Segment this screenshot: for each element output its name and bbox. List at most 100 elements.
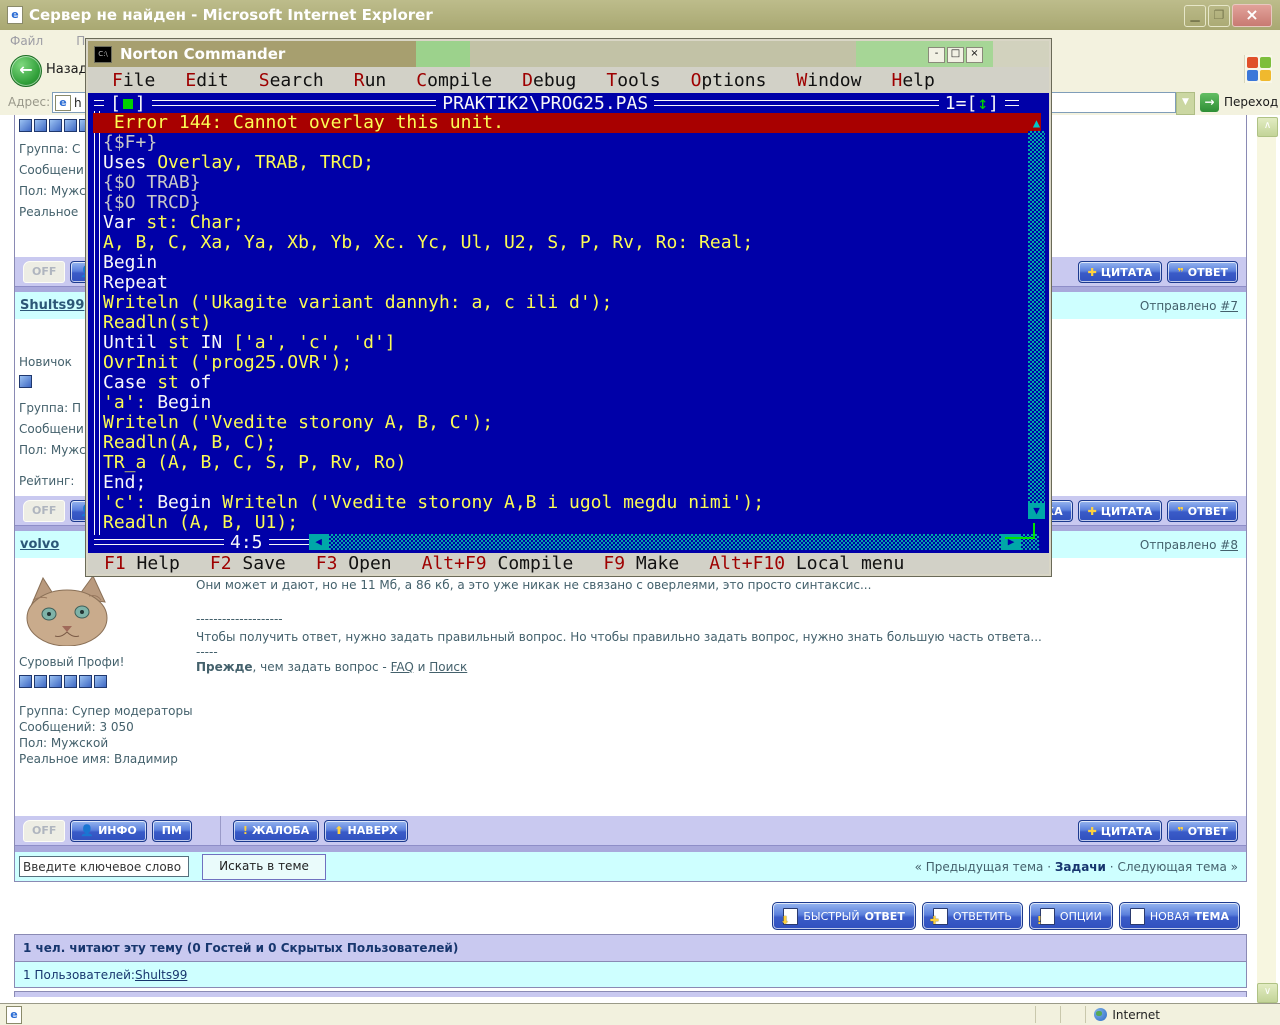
search-in-topic-button[interactable]: Искать в теме [202, 853, 326, 880]
resize-corner-icon[interactable] [1005, 537, 1035, 539]
scrollbar-track[interactable] [1028, 131, 1045, 503]
post7-rank-pips [19, 373, 34, 392]
nc-close-button[interactable]: × [966, 47, 983, 63]
status-page-icon: e [6, 1005, 22, 1024]
code-line: Writeln ('Ukagite variant dannyh: a, c i… [103, 292, 613, 313]
minimize-button[interactable]: ▁ [1184, 5, 1206, 27]
scroll-left-icon[interactable]: ◀ [308, 534, 329, 550]
nc-menu-window[interactable]: Window [796, 70, 861, 91]
readers-title: 1 чел. читают эту тему (0 Гостей и 0 Скр… [15, 935, 1246, 962]
fkey-alt+f10[interactable]: Alt+F10 Local menu [709, 553, 904, 574]
options-button[interactable]: ! ОПЦИИ [1028, 902, 1113, 930]
fkey-f1[interactable]: F1 Help [104, 553, 180, 574]
nc-menu-options[interactable]: Options [691, 70, 767, 91]
rank-pip-icon [64, 675, 77, 688]
editor-filename: PRAKTIK2\PROG25.PAS [442, 93, 649, 114]
window-zoom-icon[interactable]: [] [104, 93, 152, 114]
nc-menu-tools[interactable]: Tools [606, 70, 660, 91]
plus-icon: ✚ [1087, 824, 1097, 838]
reply-button[interactable]: ❞ ОТВЕТ [1167, 820, 1238, 842]
menu-file[interactable]: Файл [10, 34, 43, 48]
close-button[interactable]: × [1232, 4, 1272, 27]
search-link[interactable]: Поиск [429, 660, 467, 674]
nc-menu-search[interactable]: Search [259, 70, 324, 91]
nc-menu-edit[interactable]: Edit [185, 70, 228, 91]
off-button[interactable]: OFF [23, 260, 66, 283]
exclamation-icon: ! [1036, 913, 1042, 927]
nc-menu-compile[interactable]: Compile [416, 70, 492, 91]
norton-commander-window: C:\ Norton Commander - □ × File Edit Searc… [85, 38, 1052, 577]
signature-links-line: Прежде, чем задать вопрос - FAQ и Поиск [196, 660, 468, 674]
rank-pip-icon [94, 675, 107, 688]
code-line: Uses Overlay, TRAB, TRCD; [103, 152, 374, 173]
fkey-alt+f9[interactable]: Alt+F9 Compile [422, 553, 574, 574]
next-topic-link[interactable]: Следующая тема » [1117, 860, 1238, 874]
nc-function-key-bar: F1 Help F2 Save F3 Open Alt+F9 Compile F9 Ma… [88, 553, 1049, 574]
nc-menu-debug[interactable]: Debug [522, 70, 576, 91]
reply-button[interactable]: ❞ ОТВЕТ [1167, 261, 1238, 283]
prev-topic-link[interactable]: « Предыдущая тема [915, 860, 1044, 874]
nc-minimize-button[interactable]: - [928, 47, 945, 63]
go-label[interactable]: Переход [1224, 95, 1278, 109]
ie-title-bar: e Сервер не найден - Microsoft Internet … [0, 0, 1280, 30]
address-page-icon: e [55, 94, 71, 111]
code-line: Readln(st) [103, 312, 212, 333]
back-button[interactable]: ← [10, 55, 42, 87]
quote-button[interactable]: ✚ ЦИТАТА [1077, 261, 1163, 283]
fkey-f9[interactable]: F9 Make [603, 553, 679, 574]
off-button[interactable]: OFF [23, 499, 66, 522]
scroll-down-icon[interactable]: ∨ [1257, 983, 1278, 1003]
user-icon: 👤 [80, 824, 95, 837]
vertical-scrollbar[interactable]: ▲ ▼ [1028, 115, 1045, 519]
nc-menu-run[interactable]: Run [354, 70, 387, 91]
nc-title-bar[interactable]: C:\ Norton Commander - □ × [88, 41, 1049, 67]
rank-pip-icon [79, 675, 92, 688]
code-line: Var st: Char; [103, 212, 244, 233]
go-icon[interactable]: → [1200, 93, 1219, 112]
post8-number-link[interactable]: #8 [1220, 538, 1238, 552]
info-button[interactable]: 👤ИНФО [70, 819, 147, 842]
keyword-search-input[interactable] [19, 856, 189, 877]
nc-menu-help[interactable]: Help [891, 70, 934, 91]
maximize-button[interactable]: ❐ [1208, 5, 1230, 27]
topic-search-row: Искать в теме « Предыдущая тема · Задачи… [15, 852, 1246, 881]
reply-button[interactable]: ❞ ОТВЕТ [1167, 500, 1238, 522]
up-arrow-icon: ⬆ [334, 824, 344, 837]
complaint-button[interactable]: ! ЖАЛОБА [232, 819, 320, 842]
fast-reply-button[interactable]: ⬇ БЫСТРЫЙ ОТВЕТ [772, 902, 916, 930]
post8-user-label: Пол: Мужской [19, 736, 109, 750]
address-dropdown-button[interactable]: ▼ [1176, 92, 1195, 115]
faq-link[interactable]: FAQ [391, 660, 414, 674]
reply-topic-button[interactable]: ✚ ОТВЕТИТЬ [921, 902, 1023, 930]
quote-button[interactable]: ✚ ЦИТАТА [1077, 820, 1163, 842]
back-label: Назад [46, 62, 88, 77]
fkey-f2[interactable]: F2 Save [210, 553, 286, 574]
scroll-up-icon[interactable]: ∧ [1257, 117, 1278, 137]
post7-number-link[interactable]: #7 [1220, 299, 1238, 313]
page-icon [1129, 907, 1145, 925]
new-topic-button[interactable]: НОВАЯ ТЕМА [1118, 902, 1240, 930]
scroll-down-icon[interactable]: ▼ [1028, 503, 1045, 519]
quote-button[interactable]: ✚ ЦИТАТА [1077, 500, 1163, 522]
resize-corner-icon[interactable] [1033, 523, 1035, 539]
editor-window[interactable]: [] PRAKTIK2\PROG25.PAS 1=[↕] Error 144: … [88, 93, 1049, 553]
code-area[interactable]: {$F+} Uses Overlay, TRAB, TRCD; {$O TRAB}{… [88, 133, 1049, 533]
post8-body-text: Они может и дают, но не 11 Мб, а 86 кб, … [196, 578, 872, 592]
error-message: Error 144: Cannot overlay this unit. [93, 113, 1041, 133]
off-button[interactable]: OFF [23, 819, 66, 842]
nc-maximize-button[interactable]: □ [947, 47, 964, 63]
pm-button[interactable]: ПМ [151, 819, 192, 842]
nc-menu-file[interactable]: File [112, 70, 155, 91]
fkey-f3[interactable]: F3 Open [316, 553, 392, 574]
signature-rule: -------------------- [196, 612, 283, 626]
post7-author-link[interactable]: Shults99 [20, 298, 84, 313]
scroll-up-icon[interactable]: ▲ [1028, 115, 1045, 131]
page-scrollbar[interactable]: ∧ ∨ [1257, 117, 1278, 1003]
page-icon: ! [1036, 907, 1055, 927]
topic-readers-box: 1 чел. читают эту тему (0 Гостей и 0 Скр… [14, 934, 1247, 988]
plus-icon: ✚ [1087, 265, 1097, 279]
horizontal-scrollbar[interactable] [328, 534, 1001, 550]
go-top-button[interactable]: ⬆ НАВЕРХ [324, 819, 408, 842]
reader-user-link[interactable]: Shults99 [135, 968, 187, 982]
post8-author-link[interactable]: volvo [20, 537, 59, 552]
